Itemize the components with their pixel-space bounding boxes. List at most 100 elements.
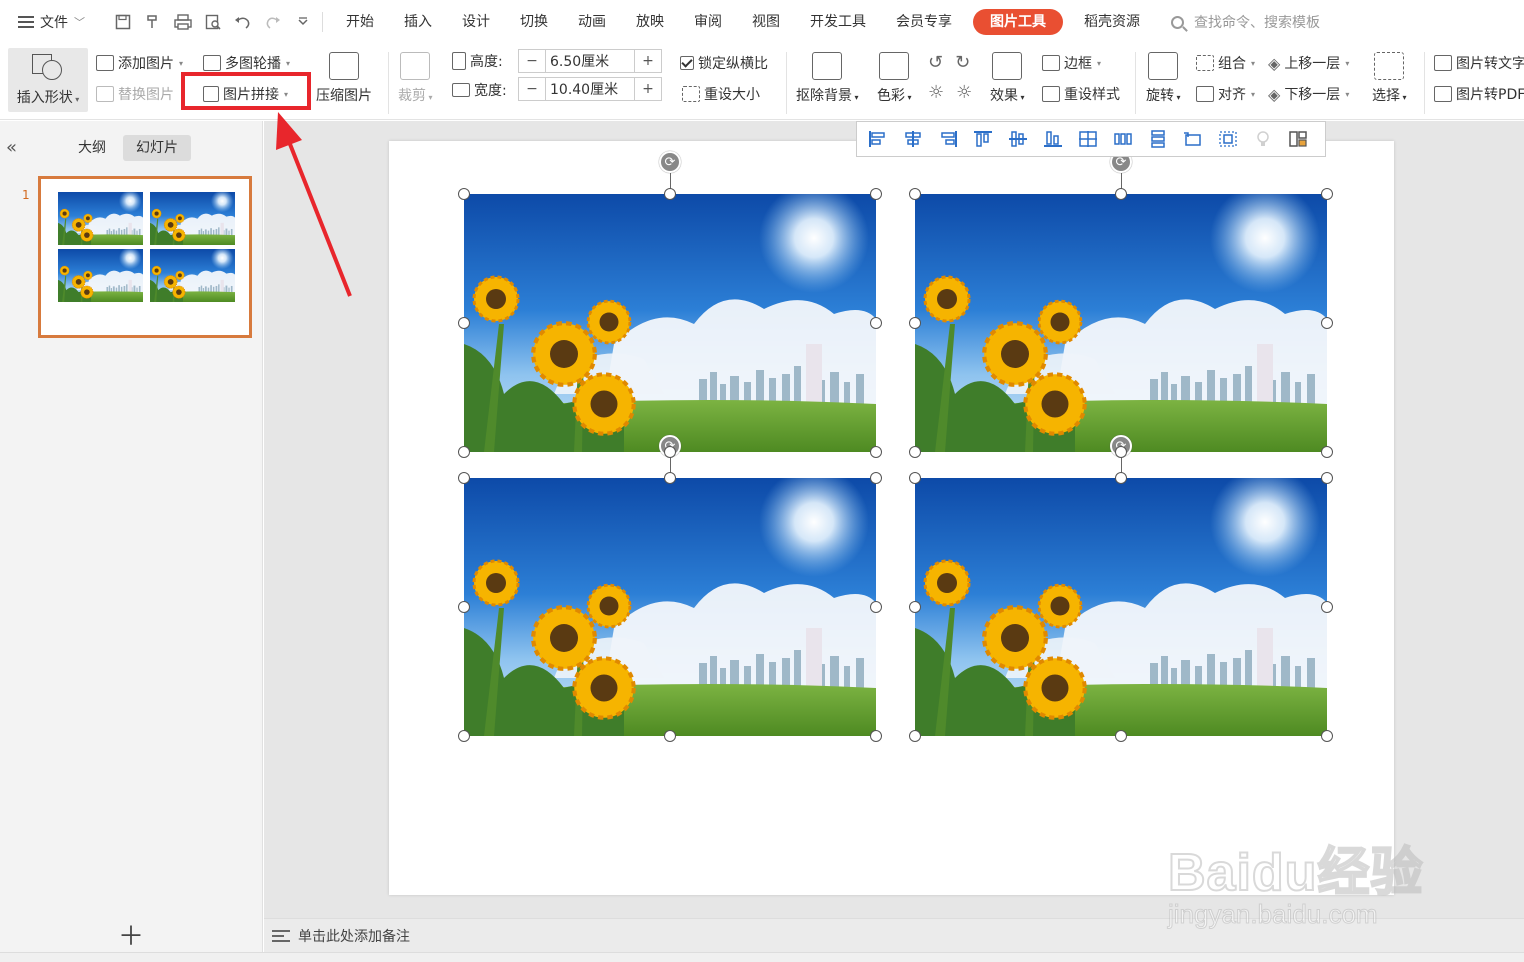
remove-background-button[interactable]: 抠除背景 ▾ xyxy=(796,52,859,105)
group-objects-icon[interactable] xyxy=(1213,126,1242,152)
tab-slides[interactable]: 幻灯片 xyxy=(123,135,191,161)
resize-handle[interactable] xyxy=(664,446,676,458)
collapse-panel-icon[interactable]: « xyxy=(6,137,17,158)
resize-handle[interactable] xyxy=(909,317,921,329)
resize-handle[interactable] xyxy=(458,730,470,742)
resize-handle[interactable] xyxy=(664,730,676,742)
picture-bottom-left[interactable] xyxy=(464,478,876,736)
file-menu[interactable]: 文件 ﹀ xyxy=(0,0,100,44)
tab-picture-tools[interactable]: 图片工具 xyxy=(973,9,1063,35)
align-right-icon[interactable] xyxy=(933,126,962,152)
save-icon[interactable] xyxy=(112,11,134,33)
resize-handle[interactable] xyxy=(664,188,676,200)
picture-bottom-right[interactable] xyxy=(915,478,1327,736)
notes-bar[interactable]: 单击此处添加备注 xyxy=(264,918,1524,952)
height-value[interactable]: 6.50厘米 xyxy=(545,50,635,72)
resize-handle[interactable] xyxy=(1321,472,1333,484)
tab-view[interactable]: 视图 xyxy=(737,0,795,44)
reset-size-button[interactable]: 重设大小 xyxy=(682,84,760,104)
picture-to-pdf-button[interactable]: 图片转PDF xyxy=(1434,84,1524,104)
distribute-vertically-icon[interactable] xyxy=(1143,126,1172,152)
compress-picture-button[interactable]: 压缩图片 xyxy=(316,52,372,105)
tab-animations[interactable]: 动画 xyxy=(563,0,621,44)
resize-handle[interactable] xyxy=(1115,188,1127,200)
center-on-slide-icon[interactable] xyxy=(1073,126,1102,152)
resize-handle[interactable] xyxy=(870,472,882,484)
resize-handle[interactable] xyxy=(909,730,921,742)
lightbulb-icon[interactable] xyxy=(1248,126,1277,152)
resize-handle[interactable] xyxy=(458,472,470,484)
picture-top-right[interactable] xyxy=(915,194,1327,452)
print-preview-icon[interactable] xyxy=(202,11,224,33)
group-button[interactable]: 组合 ▾ xyxy=(1196,53,1255,73)
resize-handle[interactable] xyxy=(870,317,882,329)
bring-forward-button[interactable]: ◈ 上移一层 ▾ xyxy=(1268,53,1349,73)
tab-docer-resources[interactable]: 稻壳资源 xyxy=(1069,0,1155,44)
resize-handle[interactable] xyxy=(870,601,882,613)
resize-handle[interactable] xyxy=(458,317,470,329)
resize-handle[interactable] xyxy=(458,446,470,458)
redo-icon[interactable] xyxy=(262,11,284,33)
crop-button[interactable]: 裁剪 ▾ xyxy=(398,52,433,105)
multi-image-carousel-button[interactable]: 多图轮播 ▾ xyxy=(203,53,290,73)
lock-aspect-ratio-checkbox[interactable]: 锁定纵横比 xyxy=(680,53,768,73)
brightness-decrease-icon[interactable]: ☼ xyxy=(956,82,972,103)
resize-handle[interactable] xyxy=(1321,317,1333,329)
picture-to-text-button[interactable]: 图片转文字 xyxy=(1434,53,1524,73)
tab-slideshow[interactable]: 放映 xyxy=(621,0,679,44)
print-icon[interactable] xyxy=(172,11,194,33)
reset-style-button[interactable]: 重设样式 xyxy=(1042,84,1120,104)
resize-handle[interactable] xyxy=(909,472,921,484)
width-stepper[interactable]: − 10.40厘米 + xyxy=(518,77,662,101)
align-bottom-icon[interactable] xyxy=(1038,126,1067,152)
collage-layout-icon[interactable] xyxy=(1283,126,1312,152)
resize-handle[interactable] xyxy=(458,601,470,613)
align-button[interactable]: 对齐 ▾ xyxy=(1196,84,1255,104)
tab-developer[interactable]: 开发工具 xyxy=(795,0,881,44)
add-slide-button[interactable]: ＋ xyxy=(118,916,144,953)
align-left-icon[interactable] xyxy=(863,126,892,152)
color-button[interactable]: 色彩 ▾ xyxy=(877,52,912,105)
resize-handle[interactable] xyxy=(909,446,921,458)
resize-handle[interactable] xyxy=(1115,730,1127,742)
same-size-icon[interactable] xyxy=(1178,126,1207,152)
resize-handle[interactable] xyxy=(909,601,921,613)
effects-button[interactable]: 效果 ▾ xyxy=(990,52,1025,105)
resize-handle[interactable] xyxy=(1115,472,1127,484)
add-picture-button[interactable]: 添加图片 ▾ xyxy=(96,53,183,73)
rotate-left-icon[interactable]: ↺ xyxy=(928,52,943,73)
replace-picture-button[interactable]: 替换图片 xyxy=(96,84,174,104)
undo-icon[interactable] xyxy=(232,11,254,33)
height-decrement-button[interactable]: − xyxy=(519,50,545,72)
resize-handle[interactable] xyxy=(909,188,921,200)
rotate-handle-icon[interactable]: ⟳ xyxy=(659,151,681,173)
align-middle-icon[interactable] xyxy=(1003,126,1032,152)
resize-handle[interactable] xyxy=(1321,730,1333,742)
resize-handle[interactable] xyxy=(1321,188,1333,200)
customize-toolbar-icon[interactable] xyxy=(292,11,314,33)
resize-handle[interactable] xyxy=(458,188,470,200)
send-backward-button[interactable]: ◈ 下移一层 ▾ xyxy=(1268,84,1349,104)
resize-handle[interactable] xyxy=(1115,446,1127,458)
rotate-button[interactable]: 旋转 ▾ xyxy=(1146,52,1181,105)
tab-home[interactable]: 开始 xyxy=(331,0,389,44)
tab-outline[interactable]: 大纲 xyxy=(65,135,119,161)
distribute-horizontally-icon[interactable] xyxy=(1108,126,1137,152)
align-center-icon[interactable] xyxy=(898,126,927,152)
rotate-right-icon[interactable]: ↻ xyxy=(955,52,970,73)
tab-design[interactable]: 设计 xyxy=(447,0,505,44)
resize-handle[interactable] xyxy=(870,446,882,458)
picture-top-left[interactable] xyxy=(464,194,876,452)
resize-handle[interactable] xyxy=(664,472,676,484)
select-button[interactable]: 选择 ▾ xyxy=(1372,52,1407,105)
align-top-icon[interactable] xyxy=(968,126,997,152)
insert-shape-button[interactable]: 插入形状 ▾ xyxy=(8,48,88,112)
resize-handle[interactable] xyxy=(870,188,882,200)
tab-membership[interactable]: 会员专享 xyxy=(881,0,967,44)
brightness-increase-icon[interactable]: ☼ xyxy=(928,82,944,103)
width-value[interactable]: 10.40厘米 xyxy=(545,78,635,100)
width-decrement-button[interactable]: − xyxy=(519,78,545,100)
tab-transitions[interactable]: 切换 xyxy=(505,0,563,44)
resize-handle[interactable] xyxy=(1321,446,1333,458)
height-increment-button[interactable]: + xyxy=(635,50,661,72)
